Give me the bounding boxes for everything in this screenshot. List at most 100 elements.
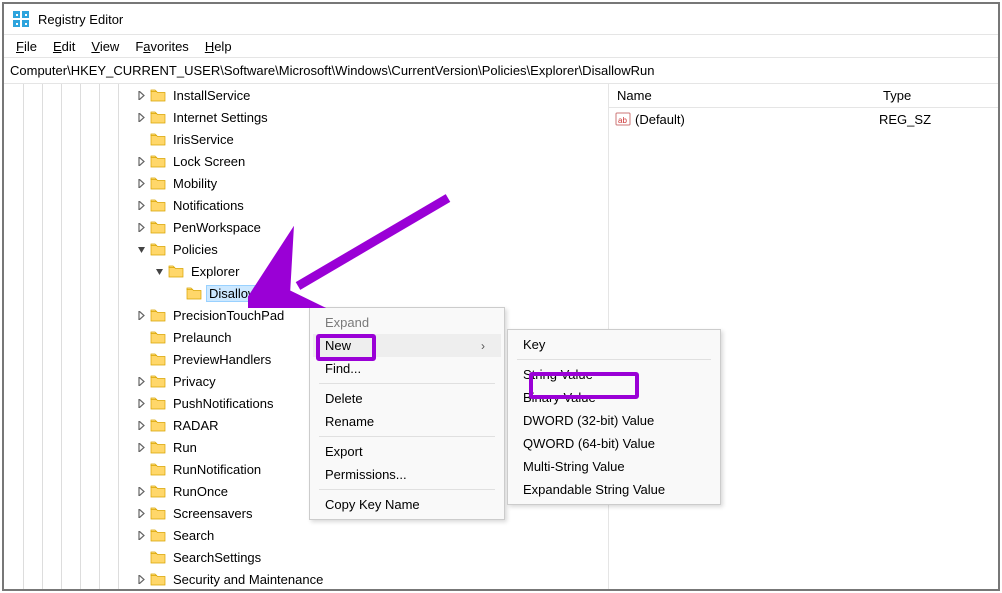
tree-node-label[interactable]: Policies [170, 241, 221, 258]
tree-node[interactable]: Search [4, 524, 608, 546]
menu-item-permissions[interactable]: Permissions... [313, 463, 501, 486]
folder-icon [150, 396, 166, 410]
titlebar: Registry Editor [4, 4, 998, 34]
address-path: Computer\HKEY_CURRENT_USER\Software\Micr… [10, 63, 654, 78]
chevron-right-icon[interactable] [134, 506, 148, 520]
menu-item-new[interactable]: New› [313, 334, 501, 357]
menu-item-binary-value[interactable]: Binary Value [511, 386, 717, 409]
folder-icon [150, 110, 166, 124]
chevron-right-icon[interactable] [134, 154, 148, 168]
tree-node[interactable]: SearchSettings [4, 546, 608, 568]
tree-node-label[interactable]: Run [170, 439, 200, 456]
menu-item-label: Multi-String Value [523, 459, 625, 474]
tree-node[interactable]: PrecisionTouchPad [4, 304, 608, 326]
tree-node-label[interactable]: PreviewHandlers [170, 351, 274, 368]
chevron-right-icon[interactable] [134, 396, 148, 410]
folder-icon [150, 418, 166, 432]
menu-item-export[interactable]: Export [313, 440, 501, 463]
menu-item-key[interactable]: Key [511, 333, 717, 356]
menu-item-dword-32-bit-value[interactable]: DWORD (32-bit) Value [511, 409, 717, 432]
tree-node-label[interactable]: RADAR [170, 417, 222, 434]
context-menu-key[interactable]: Expand New› Find... Delete Rename ExportPermi… [309, 307, 505, 520]
chevron-right-icon[interactable] [134, 572, 148, 586]
chevron-down-icon[interactable] [152, 264, 166, 278]
tree-node-label[interactable]: RunOnce [170, 483, 231, 500]
menu-separator [319, 436, 495, 437]
tree-node-label[interactable]: PrecisionTouchPad [170, 307, 287, 324]
menu-file[interactable]: File [8, 37, 45, 56]
tree-node[interactable]: Mobility [4, 172, 608, 194]
folder-icon [150, 352, 166, 366]
folder-icon [150, 330, 166, 344]
menu-item-qword-64-bit-value[interactable]: QWORD (64-bit) Value [511, 432, 717, 455]
menu-view[interactable]: View [83, 37, 127, 56]
tree-node-label[interactable]: Lock Screen [170, 153, 248, 170]
tree-node-label[interactable]: Security and Maintenance [170, 571, 326, 588]
chevron-right-icon[interactable] [134, 110, 148, 124]
tree-node[interactable]: DisallowRun [4, 282, 608, 304]
chevron-right-icon[interactable] [134, 88, 148, 102]
tree-node-label[interactable]: IrisService [170, 131, 237, 148]
menu-separator [517, 359, 711, 360]
tree-node-label[interactable]: PushNotifications [170, 395, 276, 412]
window-title: Registry Editor [38, 12, 123, 27]
menu-item-rename[interactable]: Rename [313, 410, 501, 433]
chevron-down-icon[interactable] [134, 242, 148, 256]
menu-item-label: Delete [325, 391, 363, 406]
tree-node-label[interactable]: Screensavers [170, 505, 255, 522]
tree-node[interactable]: PenWorkspace [4, 216, 608, 238]
tree-node[interactable]: Policies [4, 238, 608, 260]
menu-edit[interactable]: Edit [45, 37, 83, 56]
chevron-right-icon[interactable] [134, 308, 148, 322]
tree-node[interactable]: Explorer [4, 260, 608, 282]
menu-item-label: Find... [325, 361, 361, 376]
chevron-right-icon[interactable] [134, 176, 148, 190]
column-name[interactable]: Name [609, 88, 879, 103]
chevron-right-icon[interactable] [134, 440, 148, 454]
folder-icon [150, 550, 166, 564]
menu-favorites[interactable]: Favorites [127, 37, 196, 56]
tree-node-label[interactable]: Explorer [188, 263, 242, 280]
value-name: (Default) [635, 112, 879, 127]
tree-node[interactable]: InstallService [4, 84, 608, 106]
folder-icon [150, 220, 166, 234]
tree-node[interactable]: Security and Maintenance [4, 568, 608, 589]
tree-node-label[interactable]: Mobility [170, 175, 220, 192]
tree-node-label[interactable]: Notifications [170, 197, 247, 214]
address-bar[interactable]: Computer\HKEY_CURRENT_USER\Software\Micr… [4, 58, 998, 84]
expander-placeholder [134, 330, 148, 344]
chevron-right-icon[interactable] [134, 198, 148, 212]
chevron-right-icon[interactable] [134, 220, 148, 234]
tree-node[interactable]: Internet Settings [4, 106, 608, 128]
tree-node[interactable]: Screensavers [4, 502, 608, 524]
menu-item-string-value[interactable]: String Value [511, 363, 717, 386]
menu-item-label: QWORD (64-bit) Value [523, 436, 655, 451]
tree-node-label[interactable]: DisallowRun [206, 285, 284, 302]
column-type[interactable]: Type [879, 88, 998, 103]
tree-node-label[interactable]: Prelaunch [170, 329, 235, 346]
value-type: REG_SZ [879, 112, 931, 127]
tree-node-label[interactable]: PenWorkspace [170, 219, 264, 236]
tree-node[interactable]: IrisService [4, 128, 608, 150]
tree-node-label[interactable]: Privacy [170, 373, 219, 390]
tree-node-label[interactable]: InstallService [170, 87, 253, 104]
value-row[interactable]: ab(Default)REG_SZ [609, 108, 998, 130]
chevron-right-icon[interactable] [134, 374, 148, 388]
menu-help[interactable]: Help [197, 37, 240, 56]
menu-item-copy-key-name[interactable]: Copy Key Name [313, 493, 501, 516]
menu-item-label: Expand [325, 315, 369, 330]
tree-node[interactable]: Notifications [4, 194, 608, 216]
chevron-right-icon[interactable] [134, 484, 148, 498]
menu-item-expandable-string-value[interactable]: Expandable String Value [511, 478, 717, 501]
context-submenu-new[interactable]: Key String ValueBinary ValueDWORD (32-bit… [507, 329, 721, 505]
chevron-right-icon[interactable] [134, 528, 148, 542]
menu-item-delete[interactable]: Delete [313, 387, 501, 410]
tree-node-label[interactable]: RunNotification [170, 461, 264, 478]
tree-node-label[interactable]: Internet Settings [170, 109, 271, 126]
chevron-right-icon[interactable] [134, 418, 148, 432]
menu-item-find[interactable]: Find... [313, 357, 501, 380]
menu-item-multi-string-value[interactable]: Multi-String Value [511, 455, 717, 478]
tree-node[interactable]: Lock Screen [4, 150, 608, 172]
tree-node-label[interactable]: Search [170, 527, 217, 544]
tree-node-label[interactable]: SearchSettings [170, 549, 264, 566]
